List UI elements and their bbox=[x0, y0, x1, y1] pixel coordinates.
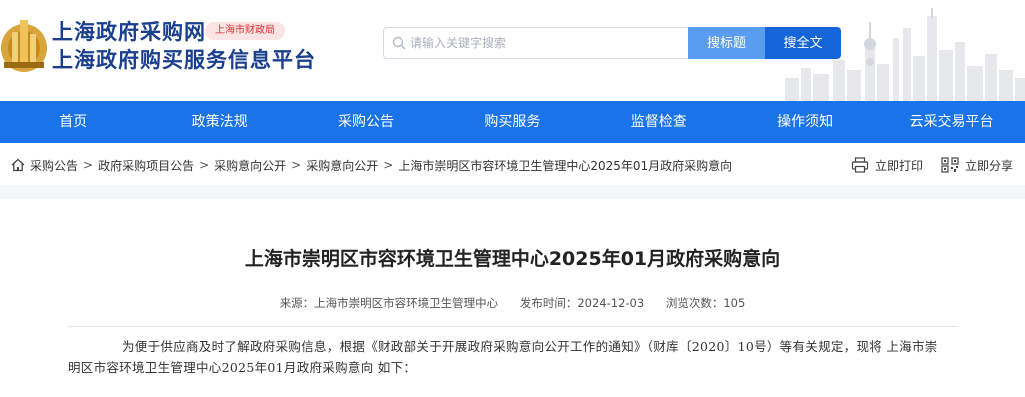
breadcrumb-item-project-announcements[interactable]: 政府采购项目公告 bbox=[98, 157, 194, 174]
search-title-button[interactable]: 搜标题 bbox=[688, 27, 765, 59]
department-badge: 上海市财政局 bbox=[205, 22, 285, 40]
breadcrumb-item-intention-disclosure[interactable]: 采购意向公开 bbox=[214, 157, 286, 174]
nav-item-home[interactable]: 首页 bbox=[0, 101, 146, 143]
share-label: 立即分享 bbox=[964, 158, 1013, 173]
main-nav: 首页 政策法规 采购公告 购买服务 监督检查 操作须知 云采交易平台 bbox=[0, 101, 1025, 143]
breadcrumb-item-intention-disclosure-sub[interactable]: 采购意向公开 bbox=[306, 157, 378, 174]
home-icon[interactable] bbox=[10, 157, 26, 173]
print-label: 立即打印 bbox=[874, 158, 923, 173]
share-button[interactable]: 立即分享 bbox=[941, 157, 1013, 174]
printer-icon bbox=[851, 157, 869, 173]
breadcrumb-item-announcements[interactable]: 采购公告 bbox=[30, 157, 78, 174]
nav-item-instructions[interactable]: 操作须知 bbox=[732, 101, 878, 143]
article: 上海市崇明区市容环境卫生管理中心2025年01月政府采购意向 来源：上海市崇明区… bbox=[0, 199, 1025, 397]
breadcrumb-separator: > bbox=[383, 158, 394, 172]
print-button[interactable]: 立即打印 bbox=[851, 157, 923, 174]
page-actions: 立即打印 立即分享 bbox=[833, 143, 1013, 187]
article-paragraph: 为便于供应商及时了解政府采购信息，根据《财政部关于开展政府采购意向公开工作的通知… bbox=[68, 339, 938, 375]
search-box bbox=[383, 27, 688, 59]
content-separator bbox=[0, 187, 1025, 199]
city-skyline-icon bbox=[785, 8, 1025, 101]
qr-code-icon bbox=[941, 157, 959, 173]
nav-item-supervision[interactable]: 监督检查 bbox=[586, 101, 732, 143]
article-divider bbox=[68, 326, 958, 327]
site-name-primary[interactable]: 上海政府采购网 bbox=[52, 16, 206, 46]
logo-icon[interactable] bbox=[0, 12, 50, 74]
article-source: 来源：上海市崇明区市容环境卫生管理中心 bbox=[279, 296, 499, 310]
article-publish-time: 发布时间：2024-12-03 bbox=[519, 296, 645, 310]
site-header: 上海政府采购网 上海市财政局 上海政府购买服务信息平台 搜标题 搜全文 bbox=[0, 0, 1025, 101]
site-name-secondary[interactable]: 上海政府购买服务信息平台 bbox=[52, 44, 316, 74]
breadcrumb: 采购公告 > 政府采购项目公告 > 采购意向公开 > 采购意向公开 > 上海市崇… bbox=[10, 143, 732, 187]
nav-item-purchase-services[interactable]: 购买服务 bbox=[439, 101, 585, 143]
nav-item-policy[interactable]: 政策法规 bbox=[146, 101, 292, 143]
article-view-count: 浏览次数：105 bbox=[665, 296, 746, 310]
article-meta: 来源：上海市崇明区市容环境卫生管理中心 发布时间：2024-12-03 浏览次数… bbox=[0, 295, 1025, 311]
breadcrumb-bar: 采购公告 > 政府采购项目公告 > 采购意向公开 > 采购意向公开 > 上海市崇… bbox=[0, 143, 1025, 187]
breadcrumb-separator: > bbox=[83, 158, 94, 172]
breadcrumb-current: 上海市崇明区市容环境卫生管理中心2025年01月政府采购意向 bbox=[398, 158, 733, 173]
breadcrumb-separator: > bbox=[291, 158, 302, 172]
search-icon bbox=[392, 36, 406, 50]
search-input[interactable] bbox=[410, 36, 680, 50]
nav-item-announcements[interactable]: 采购公告 bbox=[293, 101, 439, 143]
nav-item-cloud-platform[interactable]: 云采交易平台 bbox=[878, 101, 1024, 143]
breadcrumb-separator: > bbox=[199, 158, 210, 172]
article-title: 上海市崇明区市容环境卫生管理中心2025年01月政府采购意向 bbox=[244, 248, 781, 270]
